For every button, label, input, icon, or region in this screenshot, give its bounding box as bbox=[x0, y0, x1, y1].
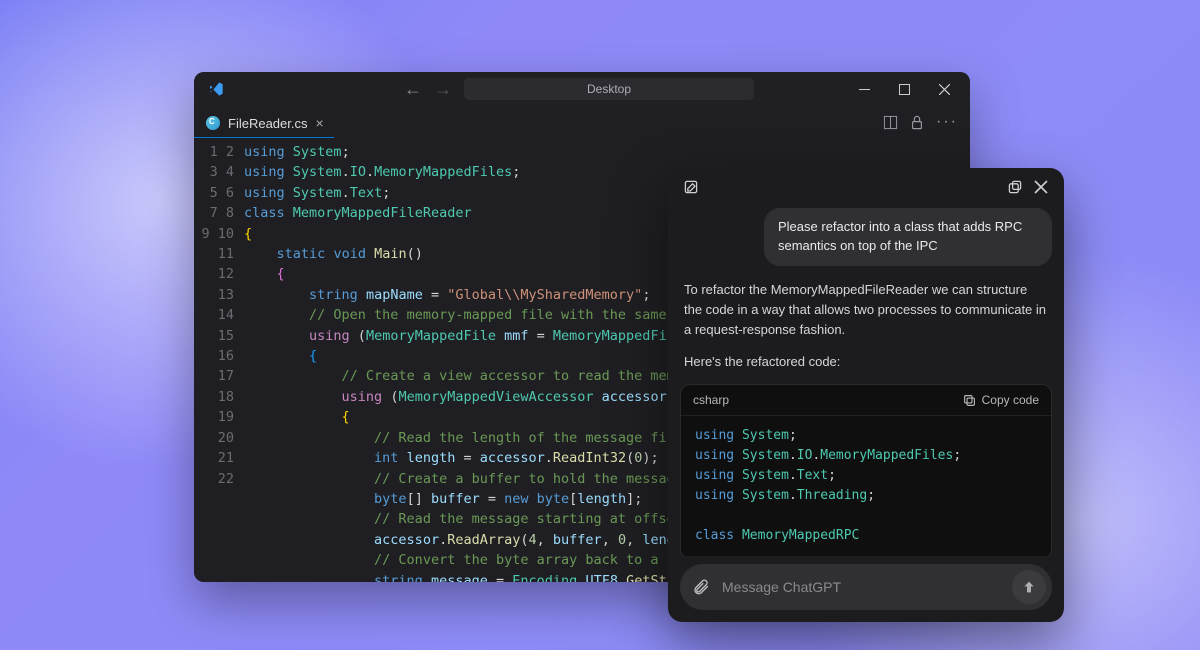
assistant-text-1: To refactor the MemoryMappedFileReader w… bbox=[684, 280, 1048, 340]
chat-header bbox=[668, 168, 1064, 206]
compose-icon[interactable] bbox=[678, 174, 704, 200]
split-editor-icon[interactable] bbox=[883, 115, 898, 130]
chat-body: Please refactor into a class that adds R… bbox=[668, 206, 1064, 556]
csharp-file-icon bbox=[206, 116, 220, 130]
tab-close-icon[interactable]: × bbox=[315, 116, 323, 130]
nav-back-icon[interactable]: ← bbox=[404, 79, 422, 100]
lock-icon[interactable] bbox=[910, 115, 924, 130]
minimize-button[interactable] bbox=[844, 72, 884, 106]
user-message: Please refactor into a class that adds R… bbox=[764, 208, 1052, 266]
breadcrumb[interactable]: Desktop bbox=[464, 78, 754, 100]
line-gutter: 1 2 3 4 5 6 7 8 9 10 11 12 13 14 15 16 1… bbox=[194, 142, 244, 582]
assistant-text-2: Here's the refactored code: bbox=[684, 352, 1048, 372]
send-button[interactable] bbox=[1012, 570, 1046, 604]
chat-input-bar bbox=[680, 564, 1052, 610]
chat-input[interactable] bbox=[720, 578, 1002, 596]
code-content: using System; using System.IO.MemoryMapp… bbox=[244, 142, 691, 582]
maximize-button[interactable] bbox=[884, 72, 924, 106]
tab-filereader[interactable]: FileReader.cs × bbox=[194, 107, 334, 138]
code-card-body: using System; using System.IO.MemoryMapp… bbox=[681, 416, 1051, 556]
nav-forward-icon[interactable]: → bbox=[434, 79, 452, 100]
more-icon[interactable]: ··· bbox=[936, 113, 958, 131]
assistant-message: To refactor the MemoryMappedFileReader w… bbox=[668, 280, 1064, 373]
close-button[interactable] bbox=[924, 72, 964, 106]
code-card: csharp Copy code using System; using Sys… bbox=[680, 384, 1052, 556]
tab-bar: FileReader.cs × ··· bbox=[194, 106, 970, 138]
code-lang-label: csharp bbox=[693, 393, 729, 407]
copy-code-button[interactable]: Copy code bbox=[963, 393, 1039, 407]
chat-close-icon[interactable] bbox=[1028, 174, 1054, 200]
tab-label: FileReader.cs bbox=[228, 116, 307, 131]
popout-icon[interactable] bbox=[1002, 174, 1028, 200]
copy-code-label: Copy code bbox=[982, 393, 1039, 407]
attach-icon[interactable] bbox=[692, 578, 710, 596]
titlebar: ← → Desktop bbox=[194, 72, 970, 106]
vscode-logo-icon bbox=[208, 81, 224, 97]
chat-window: Please refactor into a class that adds R… bbox=[668, 168, 1064, 622]
nav-arrows: ← → bbox=[404, 79, 452, 100]
